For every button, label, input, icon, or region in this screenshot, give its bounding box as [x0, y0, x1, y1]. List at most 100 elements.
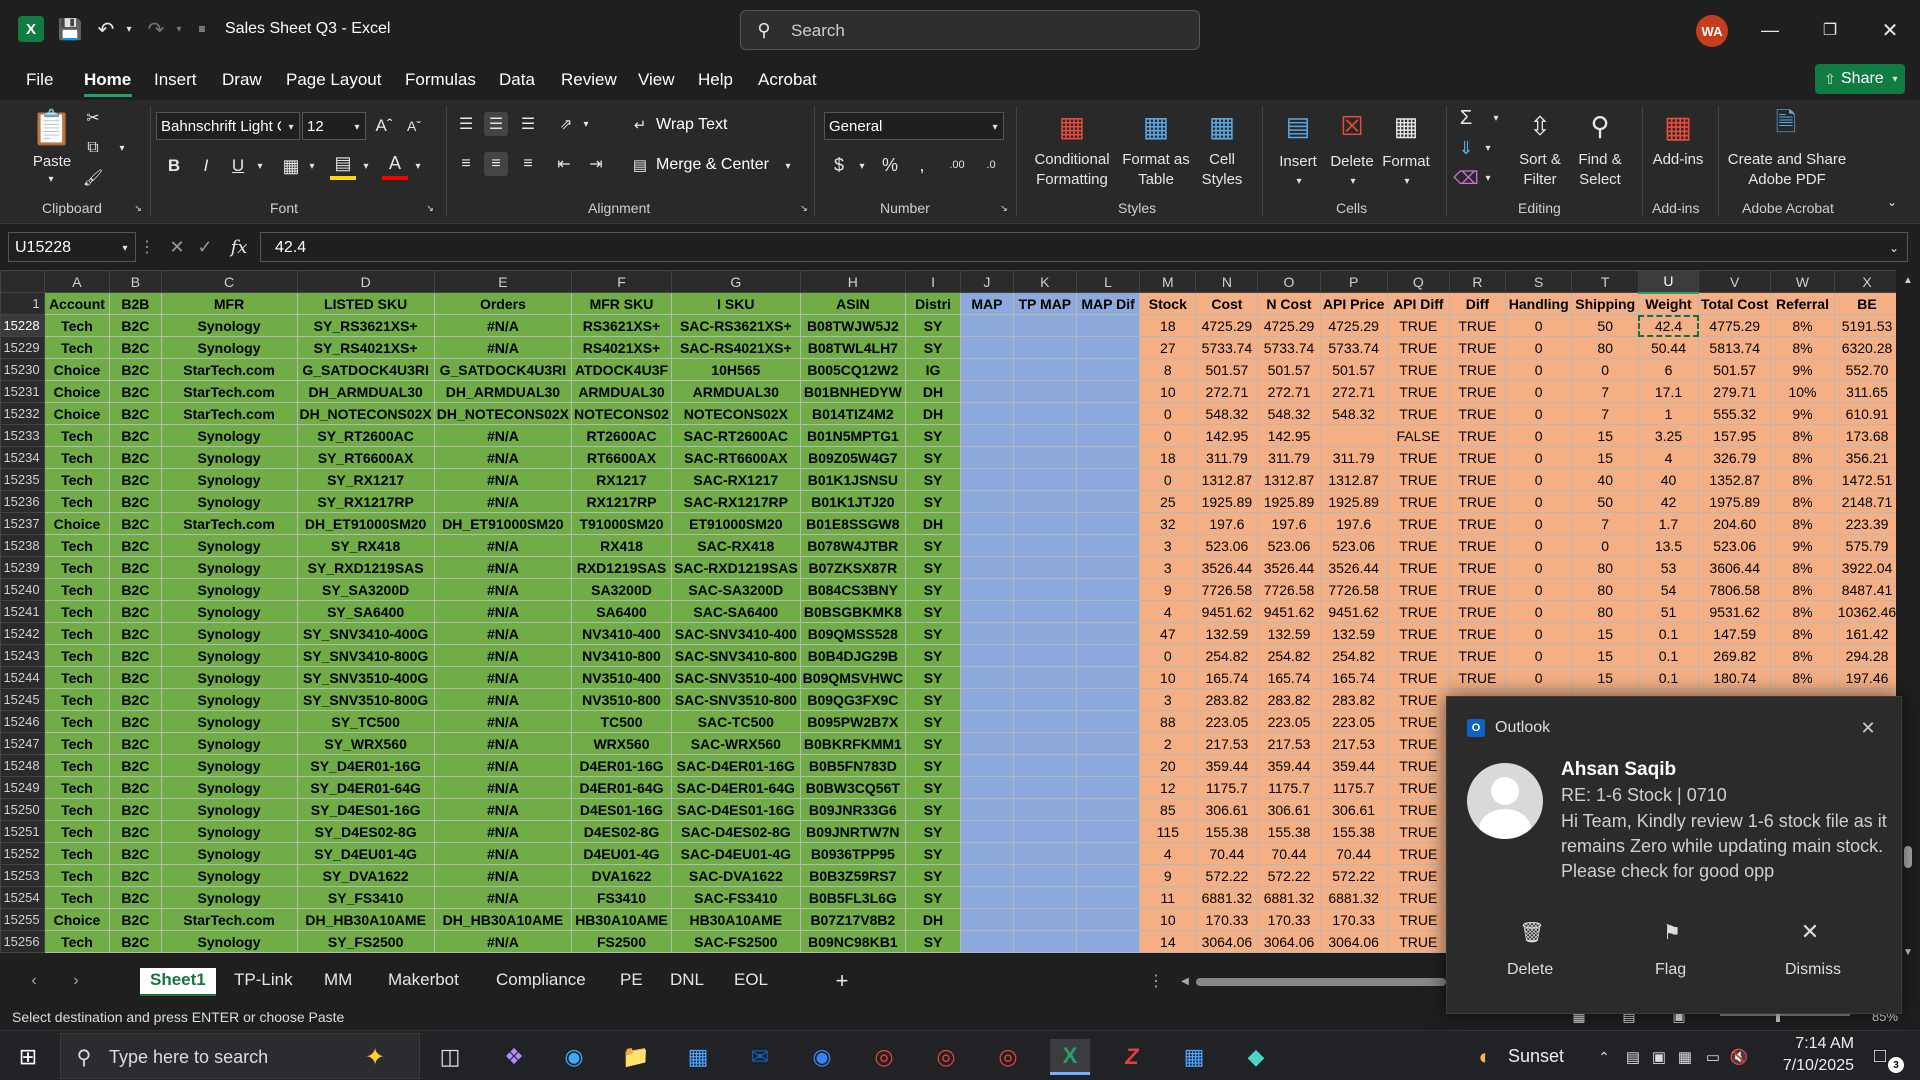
- cell[interactable]: [1075, 314, 1141, 337]
- cell[interactable]: 501.57: [1698, 358, 1772, 381]
- cell[interactable]: SY: [905, 820, 962, 843]
- cell[interactable]: TRUE: [1386, 622, 1450, 645]
- cell[interactable]: 548.32: [1257, 402, 1321, 425]
- cell[interactable]: Synology: [160, 600, 298, 623]
- cell[interactable]: 165.74: [1257, 666, 1321, 689]
- cell[interactable]: 311.65: [1833, 380, 1901, 403]
- cell[interactable]: B2C: [109, 336, 162, 359]
- cell[interactable]: MAP: [960, 292, 1014, 315]
- volume-muted-icon[interactable]: 🔇: [1728, 1045, 1750, 1069]
- cell[interactable]: SY: [905, 622, 962, 645]
- cell[interactable]: B2C: [109, 798, 162, 821]
- cell[interactable]: #N/A: [433, 842, 573, 865]
- cell[interactable]: StarTech.com: [160, 402, 298, 425]
- cell[interactable]: 9%: [1770, 358, 1835, 381]
- cell[interactable]: 197.6: [1257, 512, 1321, 535]
- cell[interactable]: B0B5FN783D: [799, 754, 907, 777]
- cell[interactable]: SA3200D: [571, 578, 672, 601]
- cell[interactable]: Account: [43, 292, 111, 315]
- vertical-scroll-thumb[interactable]: [1904, 846, 1912, 868]
- cell[interactable]: [1012, 776, 1077, 799]
- cell[interactable]: 0: [1504, 534, 1573, 557]
- cell[interactable]: [960, 710, 1014, 733]
- prev-sheet-icon[interactable]: ‹: [24, 970, 44, 992]
- tray-display-icon[interactable]: ▤: [1622, 1045, 1644, 1069]
- cell[interactable]: DH: [905, 908, 962, 931]
- cell[interactable]: B09Z05W4G7: [799, 446, 907, 469]
- cell[interactable]: 40: [1637, 468, 1700, 491]
- cell[interactable]: SY_SNV3410-400G: [296, 622, 435, 645]
- cell[interactable]: 0: [1571, 534, 1639, 557]
- cell[interactable]: #N/A: [433, 534, 573, 557]
- dismiss-button[interactable]: Dismiss: [1785, 961, 1841, 979]
- cell[interactable]: SAC-RX1217RP: [670, 490, 801, 513]
- row-header[interactable]: 15237: [0, 512, 45, 535]
- align-center-icon[interactable]: ≡: [484, 152, 508, 176]
- cell[interactable]: SY_SNV3410-800G: [296, 644, 435, 667]
- format-cells-label[interactable]: Format: [1378, 152, 1434, 171]
- row-header[interactable]: 15249: [0, 776, 45, 799]
- cell[interactable]: 0: [1504, 512, 1573, 535]
- chrome-icon-3[interactable]: ◎: [988, 1039, 1028, 1075]
- paste-icon[interactable]: 📋: [31, 106, 73, 150]
- cell[interactable]: TC500: [571, 710, 672, 733]
- name-box[interactable]: U15228 ▾: [8, 232, 136, 262]
- cell[interactable]: 0: [1504, 380, 1573, 403]
- cell[interactable]: B2B: [109, 292, 162, 315]
- cell[interactable]: 7: [1571, 512, 1639, 535]
- cell[interactable]: DH_ET91000SM20: [296, 512, 435, 535]
- cell[interactable]: 3.25: [1637, 424, 1700, 447]
- clock-date[interactable]: 7/10/2025: [1762, 1057, 1854, 1075]
- cell[interactable]: #N/A: [433, 336, 573, 359]
- cell[interactable]: 223.05: [1195, 710, 1259, 733]
- cell[interactable]: Tech: [43, 820, 111, 843]
- cell[interactable]: 10: [1139, 380, 1197, 403]
- fill-dropdown-icon[interactable]: ▾: [1482, 140, 1494, 156]
- cell[interactable]: Tech: [43, 930, 111, 953]
- cell[interactable]: TRUE: [1386, 842, 1450, 865]
- tab-formulas[interactable]: Formulas: [405, 70, 476, 90]
- cell[interactable]: 0: [1504, 622, 1573, 645]
- cell[interactable]: SY_SNV3510-800G: [296, 688, 435, 711]
- chrome-icon-1[interactable]: ◎: [864, 1039, 904, 1075]
- cell[interactable]: 10H565: [670, 358, 801, 381]
- cell[interactable]: TRUE: [1386, 710, 1450, 733]
- cell[interactable]: ARMDUAL30: [571, 380, 672, 403]
- cell[interactable]: B01K1JTJ20: [799, 490, 907, 513]
- tab-page-layout[interactable]: Page Layout: [286, 70, 381, 90]
- cell[interactable]: SY_RT2600AC: [296, 424, 435, 447]
- cell[interactable]: 9451.62: [1319, 600, 1388, 623]
- cell[interactable]: 204.60: [1698, 512, 1772, 535]
- cell-styles-icon[interactable]: ▦: [1202, 108, 1242, 144]
- cell[interactable]: [1075, 556, 1141, 579]
- cell[interactable]: RT6600AX: [571, 446, 672, 469]
- format-as-table-label2[interactable]: Table: [1116, 170, 1196, 189]
- cell[interactable]: D4ES02-8G: [571, 820, 672, 843]
- cell[interactable]: Total Cost: [1698, 292, 1772, 315]
- task-view-icon[interactable]: ◫: [430, 1039, 470, 1075]
- cell[interactable]: TRUE: [1386, 754, 1450, 777]
- cell[interactable]: B0B3Z59RS7: [799, 864, 907, 887]
- wrap-text-icon[interactable]: ↵: [630, 114, 650, 136]
- scroll-up-icon[interactable]: ▲: [1900, 272, 1916, 288]
- cell[interactable]: StarTech.com: [160, 908, 298, 931]
- cell[interactable]: 8: [1139, 358, 1197, 381]
- cell[interactable]: [1075, 644, 1141, 667]
- cell[interactable]: ET91000SM20: [670, 512, 801, 535]
- cell[interactable]: 8%: [1770, 314, 1835, 337]
- cell[interactable]: B2C: [109, 556, 162, 579]
- cell[interactable]: B2C: [109, 842, 162, 865]
- cell[interactable]: SAC-SNV3410-800: [670, 644, 801, 667]
- cell[interactable]: 15: [1571, 666, 1639, 689]
- cell[interactable]: 272.71: [1319, 380, 1388, 403]
- row-header[interactable]: 15248: [0, 754, 45, 777]
- cell[interactable]: DH_ARMDUAL30: [433, 380, 573, 403]
- cell[interactable]: TRUE: [1386, 490, 1450, 513]
- cell[interactable]: B07Z17V8B2: [799, 908, 907, 931]
- cell[interactable]: 8%: [1770, 666, 1835, 689]
- cell[interactable]: 170.33: [1319, 908, 1388, 931]
- cell[interactable]: [1012, 402, 1077, 425]
- cell[interactable]: SAC-D4EU01-4G: [670, 842, 801, 865]
- cell[interactable]: [960, 468, 1014, 491]
- cell[interactable]: [1075, 380, 1141, 403]
